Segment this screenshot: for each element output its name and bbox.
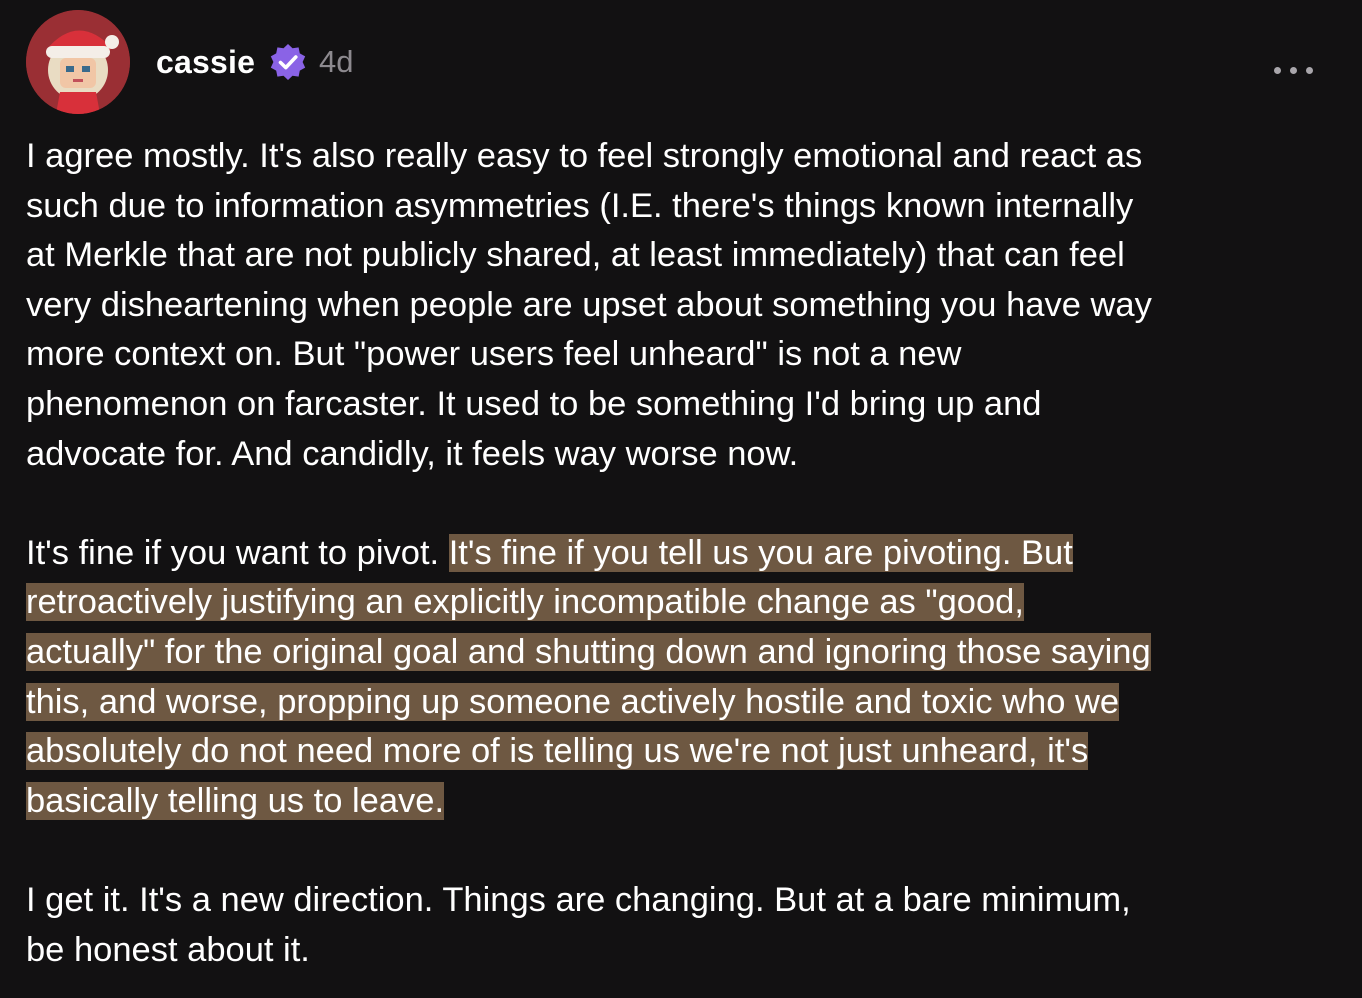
text-line: absolutely do not need more of is tellin… — [26, 732, 1089, 771]
santa-hat-avatar-icon — [26, 10, 130, 114]
paragraph-1: I agree mostly. It's also really easy to… — [26, 132, 1342, 479]
ellipsis-icon — [1306, 67, 1313, 74]
text-line: phenomenon on farcaster. It used to be s… — [26, 384, 1042, 423]
text-line: It's fine if you want to pivot. — [26, 533, 449, 572]
ellipsis-icon — [1274, 67, 1281, 74]
text-line: I get it. It's a new direction. Things a… — [26, 880, 1131, 919]
text-line: very disheartening when people are upset… — [26, 285, 1152, 324]
author-username[interactable]: cassie — [156, 42, 255, 82]
text-line: more context on. But "power users feel u… — [26, 335, 962, 374]
text-line: such due to information asymmetries (I.E… — [26, 186, 1134, 225]
text-line: this, and worse, propping up someone act… — [26, 682, 1120, 721]
avatar[interactable] — [26, 10, 130, 114]
post-body: I agree mostly. It's also really easy to… — [26, 132, 1342, 975]
text-line: retroactively justifying an explicitly i… — [26, 583, 1024, 622]
text-line: at Merkle that are not publicly shared, … — [26, 236, 1125, 275]
highlighted-text[interactable]: It's fine if you tell us you are pivotin… — [26, 533, 1151, 820]
text-line: advocate for. And candidly, it feels way… — [26, 434, 799, 473]
cast-post: cassie 4d I agree mostly. It's also real… — [0, 0, 1362, 998]
text-line: It's fine if you tell us you are pivotin… — [448, 533, 1073, 572]
text-line: be honest about it. — [26, 930, 310, 969]
text-line: actually" for the original goal and shut… — [26, 632, 1151, 671]
paragraph-2: It's fine if you want to pivot. It's fin… — [26, 529, 1342, 827]
more-options-button[interactable] — [1268, 54, 1320, 88]
text-line: basically telling us to leave. — [26, 781, 445, 820]
paragraph-3: I get it. It's a new direction. Things a… — [26, 876, 1342, 975]
verified-badge-icon — [270, 44, 306, 80]
ellipsis-icon — [1290, 67, 1297, 74]
text-line: I agree mostly. It's also really easy to… — [26, 137, 1143, 175]
post-timestamp: 4d — [319, 44, 354, 79]
